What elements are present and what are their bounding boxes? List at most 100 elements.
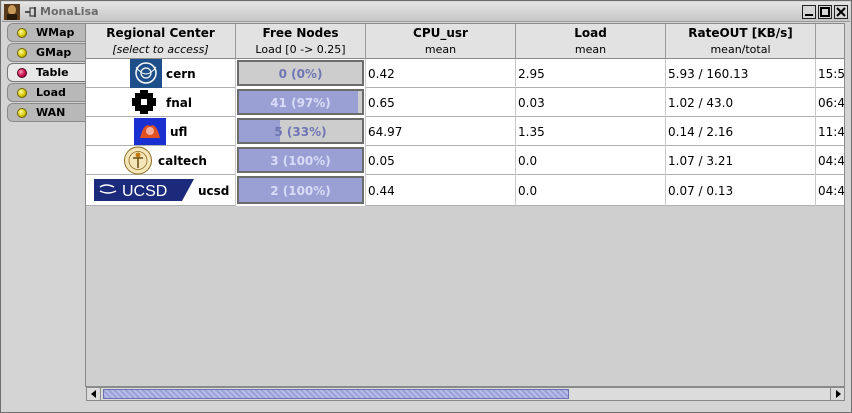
cpu-usr-value: 64.97: [368, 125, 403, 139]
view-tab-strip: WMap GMap Table Load WAN: [7, 23, 85, 123]
free-nodes-value: 41 (97%): [270, 96, 331, 110]
next-column-value: 15:5: [818, 67, 845, 81]
column-title: Load: [574, 26, 607, 40]
minimize-button[interactable]: [802, 5, 816, 19]
next-column-cell: 04:4: [816, 146, 844, 175]
free-nodes-value: 5 (33%): [274, 125, 327, 139]
column-subtitle: mean: [574, 43, 607, 56]
column-header-regional-center[interactable]: Regional Center [select to access]: [86, 24, 236, 59]
rate-out-cell: 1.02 / 43.0: [666, 88, 816, 117]
scroll-right-button[interactable]: [830, 388, 844, 400]
tab-label: Table: [36, 66, 69, 79]
tab-status-dot-icon: [17, 28, 27, 38]
tab-label: WMap: [36, 26, 75, 39]
table-row[interactable]: UCSD ucsd 2 (100%) 0.44 0.0 0.07 / 0.13 …: [86, 175, 845, 206]
free-nodes-cell: 3 (100%): [236, 146, 366, 175]
arrow-right-icon: [836, 390, 841, 398]
rate-out-value: 0.14 / 2.16: [668, 125, 734, 139]
free-nodes-cell: 0 (0%): [236, 59, 366, 88]
horizontal-scrollbar[interactable]: [86, 387, 845, 401]
close-button[interactable]: [834, 5, 848, 19]
center-name: ufl: [170, 125, 188, 139]
free-nodes-cell: 2 (100%): [236, 175, 366, 206]
table-row[interactable]: fnal 41 (97%) 0.65 0.03 1.02 / 43.0 06:4: [86, 88, 845, 117]
tab-gmap[interactable]: GMap: [7, 43, 85, 62]
column-title: Free Nodes: [262, 26, 339, 40]
tab-status-dot-icon: [17, 48, 27, 58]
center-cell[interactable]: cern: [86, 59, 236, 88]
rate-out-cell: 0.14 / 2.16: [666, 117, 816, 146]
load-cell: 0.03: [516, 88, 666, 117]
monalisa-window: MonaLisa WMap GMap Table Load WAN Region…: [0, 0, 852, 413]
close-icon: [836, 7, 846, 17]
free-nodes-bar: 0 (0%): [237, 60, 364, 86]
ufl-logo-icon: [134, 118, 166, 145]
column-header-free-nodes[interactable]: Free Nodes Load [0 -> 0.25]: [236, 24, 366, 59]
next-column-value: 06:4: [818, 96, 845, 110]
cpu-usr-cell: 0.42: [366, 59, 516, 88]
free-nodes-bar: 3 (100%): [237, 147, 364, 173]
cpu-usr-value: 0.65: [368, 96, 395, 110]
free-nodes-cell: 41 (97%): [236, 88, 366, 117]
cpu-usr-value: 0.42: [368, 67, 395, 81]
center-cell[interactable]: UCSD ucsd: [86, 175, 236, 206]
free-nodes-bar: 2 (100%): [237, 176, 364, 204]
tab-wmap[interactable]: WMap: [7, 23, 85, 42]
center-cell[interactable]: fnal: [86, 88, 236, 117]
title-bar[interactable]: MonaLisa: [2, 2, 850, 22]
load-value: 2.95: [518, 67, 545, 81]
load-cell: 2.95: [516, 59, 666, 88]
column-header-load[interactable]: Load mean: [516, 24, 666, 59]
column-subtitle: [select to access]: [112, 43, 209, 56]
next-column-cell: 15:5: [816, 59, 845, 88]
load-value: 0.0: [518, 154, 538, 168]
column-header-cpu-usr[interactable]: CPU_usr mean: [366, 24, 516, 59]
next-column-cell: 04:4: [816, 175, 845, 206]
ucsd-logo-icon: UCSD: [94, 179, 194, 201]
tab-status-dot-icon: [17, 68, 27, 78]
tab-label: WAN: [36, 106, 66, 119]
cpu-usr-value: 0.44: [368, 184, 395, 198]
column-title: CPU_usr: [413, 26, 468, 40]
cpu-usr-cell: 64.97: [366, 117, 516, 146]
window-title: MonaLisa: [40, 5, 99, 18]
cpu-usr-cell: 0.05: [366, 146, 516, 175]
scroll-left-button[interactable]: [87, 388, 101, 400]
free-nodes-value: 0 (0%): [278, 67, 323, 81]
center-cell[interactable]: ufl: [86, 117, 236, 146]
column-subtitle: mean: [424, 43, 457, 56]
free-nodes-bar: 5 (33%): [237, 118, 364, 144]
tab-table[interactable]: Table: [7, 63, 85, 82]
next-column-cell: 11:4: [816, 117, 845, 146]
maximize-button[interactable]: [818, 5, 832, 19]
table-row[interactable]: cern 0 (0%) 0.42 2.95 5.93 / 160.13 15:5: [86, 59, 845, 88]
next-column-cell: 06:4: [816, 88, 845, 117]
column-header-rate-out[interactable]: RateOUT [KB/s] mean/total: [666, 24, 816, 59]
mona-lisa-app-icon: [4, 4, 20, 20]
tab-wan[interactable]: WAN: [7, 103, 85, 122]
rate-out-cell: 5.93 / 160.13: [666, 59, 816, 88]
free-nodes-value: 3 (100%): [270, 154, 331, 168]
column-subtitle: mean/total: [710, 43, 771, 56]
cpu-usr-cell: 0.44: [366, 175, 516, 206]
tab-status-dot-icon: [17, 88, 27, 98]
load-value: 0.03: [518, 96, 545, 110]
table-row[interactable]: caltech 3 (100%) 0.05 0.0 1.07 / 3.21 04…: [86, 146, 844, 175]
next-column-value: 11:4: [818, 125, 845, 139]
scrollbar-thumb[interactable]: [103, 389, 569, 399]
column-title: Regional Center: [106, 26, 215, 40]
rate-out-value: 1.02 / 43.0: [668, 96, 734, 110]
load-value: 1.35: [518, 125, 545, 139]
tab-status-dot-icon: [17, 108, 27, 118]
rate-out-value: 0.07 / 0.13: [668, 184, 734, 198]
center-cell[interactable]: caltech: [86, 146, 236, 175]
table-row[interactable]: ufl 5 (33%) 64.97 1.35 0.14 / 2.16 11:4: [86, 117, 845, 146]
arrow-left-icon: [91, 390, 96, 398]
rate-out-cell: 1.07 / 3.21: [666, 146, 816, 175]
column-header-next[interactable]: [816, 24, 844, 59]
next-column-value: 04:4: [818, 184, 845, 198]
pin-icon[interactable]: [24, 5, 38, 19]
center-name: ucsd: [198, 184, 230, 198]
tab-load[interactable]: Load: [7, 83, 85, 102]
free-nodes-value: 2 (100%): [270, 184, 331, 198]
